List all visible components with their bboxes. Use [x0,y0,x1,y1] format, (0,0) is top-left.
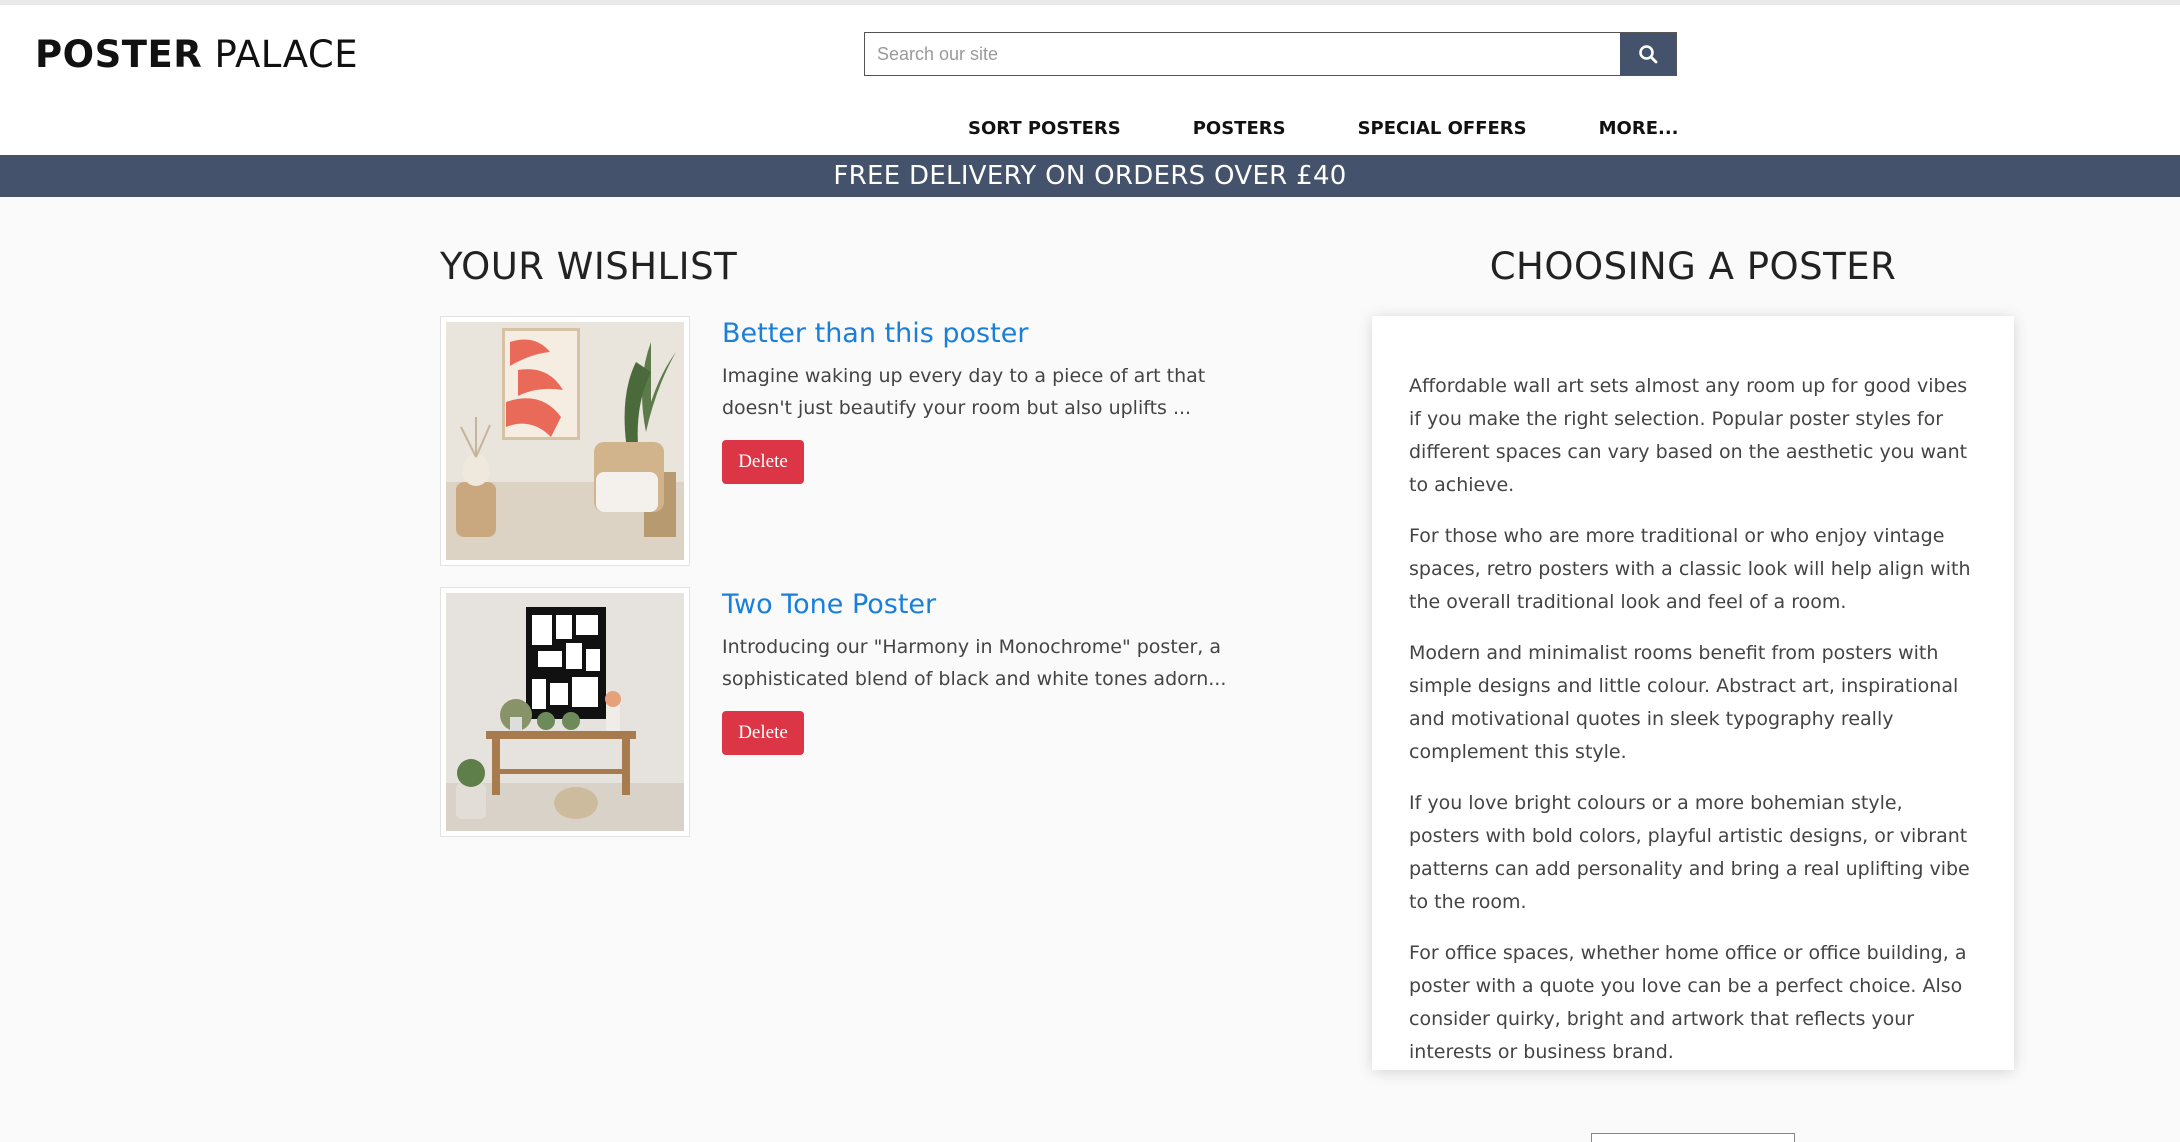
wishlist-item: Two Tone Poster Introducing our "Harmony… [440,587,1260,837]
guide-paragraph: For office spaces, whether home office o… [1409,942,1967,1063]
nav-more[interactable]: MORE... [1599,118,1679,139]
partial-bottom-button[interactable] [1591,1133,1795,1142]
logo-word-light: PALACE [214,33,359,76]
poster-guide-card: Affordable wall art sets almost any room… [1372,316,2014,1070]
guide-paragraph: If you love bright colours or a more boh… [1409,792,1970,913]
wishlist-item-title[interactable]: Better than this poster [722,318,1028,349]
wishlist-title: YOUR WISHLIST [440,245,738,288]
delete-button[interactable]: Delete [722,711,804,755]
poster-room-image [446,322,684,560]
wishlist-item-title[interactable]: Two Tone Poster [722,589,936,620]
guide-paragraph: Modern and minimalist rooms benefit from… [1409,642,1959,763]
nav-special-offers[interactable]: SPECIAL OFFERS [1358,118,1527,139]
wishlist-item-description: Introducing our "Harmony in Monochrome" … [722,636,1227,690]
search-icon [1639,45,1658,64]
guide-paragraph: For those who are more traditional or wh… [1409,525,1971,613]
guide-title: CHOOSING A POSTER [1489,245,1897,288]
main-nav: SORT POSTERS POSTERS SPECIAL OFFERS MORE… [968,113,1679,143]
promo-text: FREE DELIVERY ON ORDERS OVER £40 [833,161,1347,191]
product-thumbnail[interactable] [440,316,690,566]
nav-posters[interactable]: POSTERS [1193,118,1286,139]
site-header: POSTER PALACE SORT POSTERS POSTERS SPECI… [0,5,2180,155]
wishlist-item-description: Imagine waking up every day to a piece o… [722,365,1206,419]
promo-banner: FREE DELIVERY ON ORDERS OVER £40 [0,155,2180,197]
search-input[interactable] [865,33,1620,75]
site-logo[interactable]: POSTER PALACE [35,33,358,76]
wishlist-item: Better than this poster Imagine waking u… [440,316,1260,566]
delete-button[interactable]: Delete [722,440,804,484]
guide-paragraph: Affordable wall art sets almost any room… [1409,375,1968,496]
logo-word-bold: POSTER [35,33,203,76]
product-thumbnail[interactable] [440,587,690,837]
poster-room-image [446,593,684,831]
search-form [864,32,1677,76]
search-button[interactable] [1620,33,1676,75]
nav-sort-posters[interactable]: SORT POSTERS [968,118,1121,139]
